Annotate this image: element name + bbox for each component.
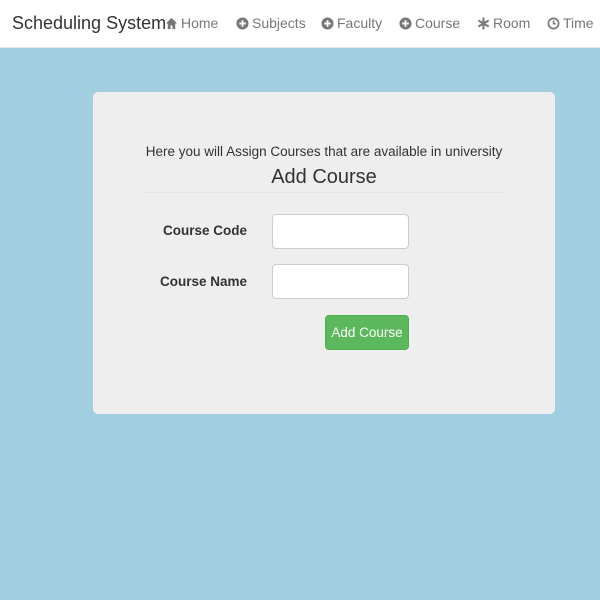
add-course-panel: Here you will Assign Courses that are av…	[93, 92, 555, 414]
nav-item-subjects[interactable]: Subjects	[236, 14, 306, 32]
form-intro-text: Here you will Assign Courses that are av…	[145, 144, 503, 159]
title-divider	[143, 192, 505, 193]
course-name-input[interactable]	[272, 264, 409, 299]
nav-item-room[interactable]: Room	[477, 14, 530, 32]
course-code-label: Course Code	[162, 223, 247, 238]
home-icon	[165, 17, 178, 30]
nav-item-time[interactable]: Time	[547, 14, 594, 32]
nav-item-faculty-label: Faculty	[337, 15, 383, 31]
asterisk-icon	[477, 16, 490, 30]
nav-item-room-label: Room	[493, 15, 531, 31]
form-title: Add Course	[271, 166, 377, 188]
clock-icon	[547, 17, 560, 30]
course-name-label: Course Name	[159, 274, 247, 289]
course-code-input[interactable]	[272, 214, 409, 249]
plus-circle-icon	[321, 16, 334, 30]
nav-item-course-label: Course	[415, 15, 461, 31]
navbar: Scheduling System Home Subjects Faculty …	[0, 0, 600, 48]
nav-item-course[interactable]: Course	[399, 14, 460, 32]
plus-circle-icon	[236, 16, 249, 30]
nav-item-home[interactable]: Home	[165, 14, 218, 32]
nav-item-subjects-label: Subjects	[252, 15, 306, 31]
nav-item-home-label: Home	[181, 15, 219, 31]
add-course-button[interactable]: Add Course	[325, 315, 409, 350]
brand-link[interactable]: Scheduling System	[12, 12, 166, 34]
nav-item-time-label: Time	[563, 15, 594, 31]
plus-circle-icon	[399, 16, 412, 30]
nav-item-faculty[interactable]: Faculty	[321, 14, 382, 32]
